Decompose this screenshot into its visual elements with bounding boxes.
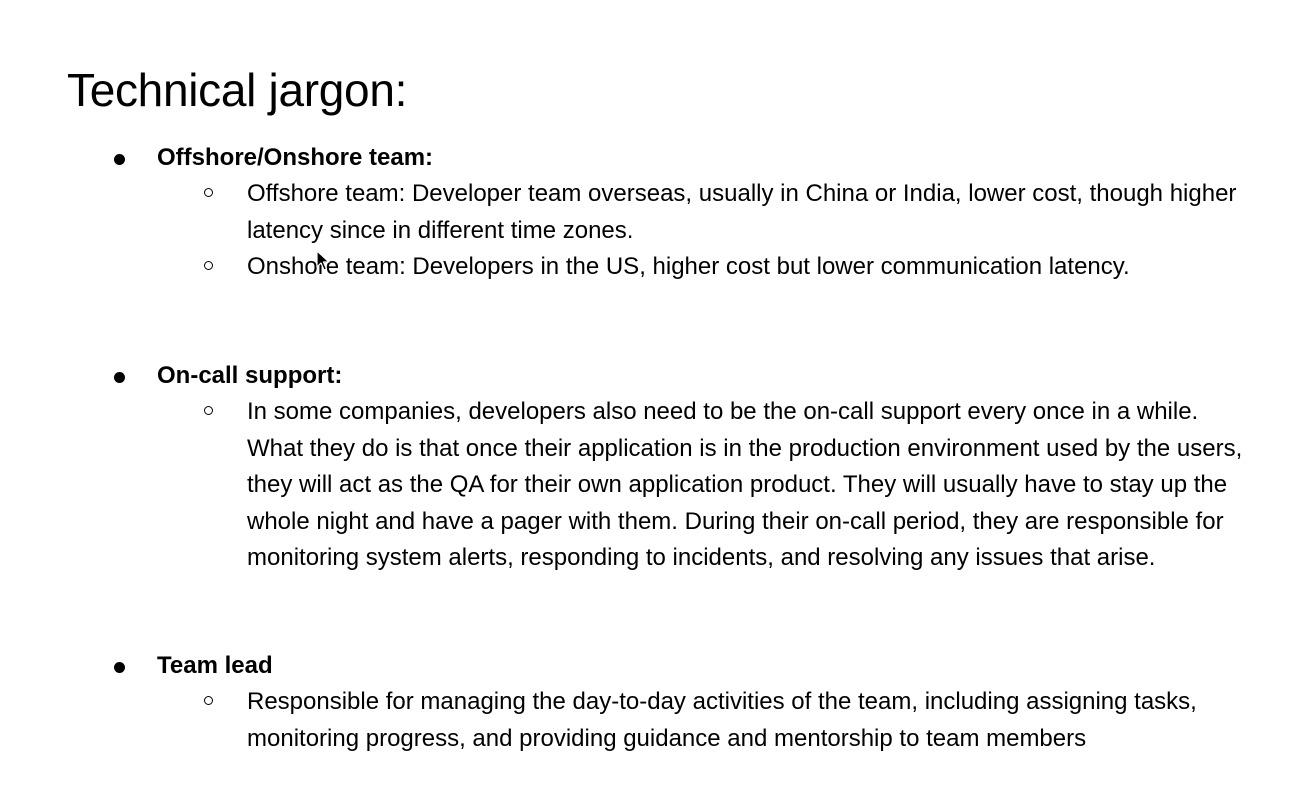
document-page: Technical jargon: Offshore/Onshore team:… <box>0 0 1308 810</box>
sub-list-item: In some companies, developers also need … <box>0 394 1308 577</box>
sub-list-item: Onshore team: Developers in the US, high… <box>0 249 1308 286</box>
bullet-item: Team lead <box>0 648 1308 684</box>
bullet-icon <box>114 154 125 165</box>
hollow-bullet-icon <box>204 261 213 270</box>
section-offshore-onshore: Offshore/Onshore team: Offshore team: De… <box>0 140 1308 286</box>
hollow-bullet-icon <box>204 406 213 415</box>
sub-item-text: Onshore team: Developers in the US, high… <box>247 253 1130 280</box>
section-team-lead: Team lead Responsible for managing the d… <box>0 648 1308 757</box>
section-on-call-support: On-call support: In some companies, deve… <box>0 358 1308 577</box>
sub-item-text: Responsible for managing the day-to-day … <box>247 688 1197 752</box>
bullet-item: On-call support: <box>0 358 1308 394</box>
sub-item-text: In some companies, developers also need … <box>247 398 1243 571</box>
sub-list-item: Responsible for managing the day-to-day … <box>0 684 1308 757</box>
bullet-icon <box>114 662 125 673</box>
section-heading: Offshore/Onshore team: <box>157 144 434 171</box>
page-title: Technical jargon: <box>67 64 408 116</box>
section-heading: Team lead <box>157 652 273 679</box>
section-heading: On-call support: <box>157 362 343 389</box>
hollow-bullet-icon <box>204 696 213 705</box>
hollow-bullet-icon <box>204 188 213 197</box>
bullet-item: Offshore/Onshore team: <box>0 140 1308 176</box>
mouse-pointer-icon <box>316 250 330 271</box>
sub-item-text: Offshore team: Developer team overseas, … <box>247 180 1237 244</box>
bullet-icon <box>114 372 125 383</box>
sub-list-item: Offshore team: Developer team overseas, … <box>0 176 1308 249</box>
